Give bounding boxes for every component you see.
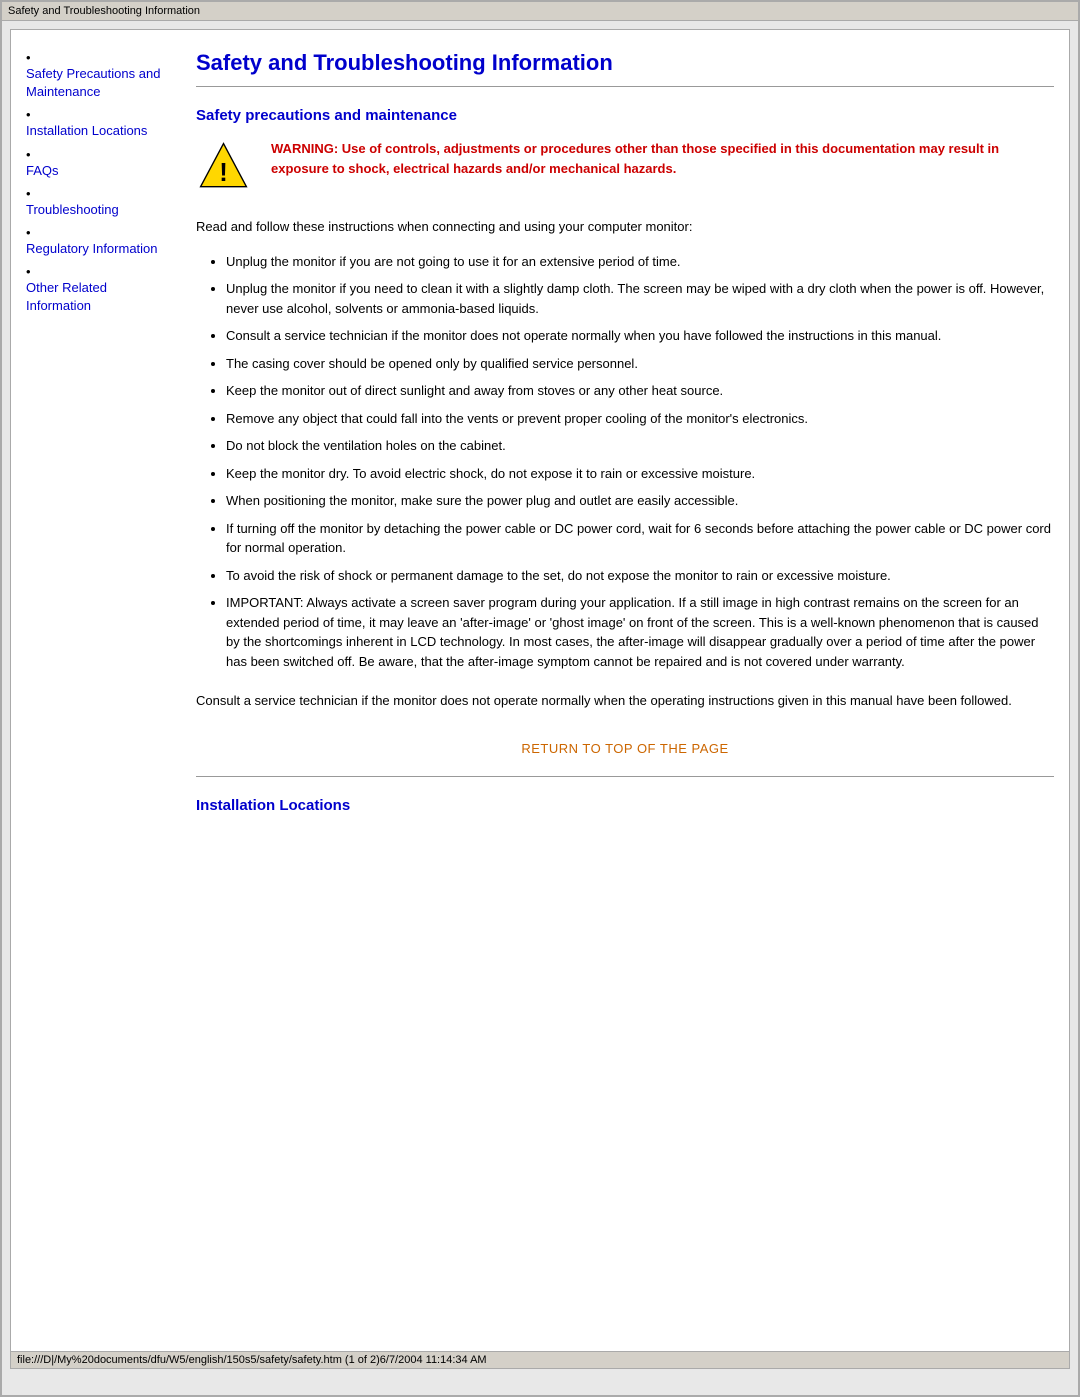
list-item: Unplug the monitor if you need to clean … — [226, 279, 1054, 318]
return-to-top-link[interactable]: RETURN TO TOP OF THE PAGE — [521, 741, 728, 756]
sidebar-link-safety[interactable]: Safety Precautions and Maintenance — [26, 65, 171, 101]
list-item: Keep the monitor out of direct sunlight … — [226, 381, 1054, 401]
section2-title: Installation Locations — [196, 797, 1054, 814]
list-item: IMPORTANT: Always activate a screen save… — [226, 593, 1054, 671]
list-item: Consult a service technician if the moni… — [226, 326, 1054, 346]
list-item: If turning off the monitor by detaching … — [226, 519, 1054, 558]
warning-box: ! WARNING: Use of controls, adjustments … — [196, 139, 1054, 197]
sidebar-link-installation[interactable]: Installation Locations — [26, 122, 171, 140]
list-item: To avoid the risk of shock or permanent … — [226, 566, 1054, 586]
sidebar-link-faqs[interactable]: FAQs — [26, 162, 171, 180]
list-item: The casing cover should be opened only b… — [226, 354, 1054, 374]
list-item: Unplug the monitor if you are not going … — [226, 252, 1054, 272]
sidebar: • Safety Precautions and Maintenance • I… — [26, 50, 181, 1331]
sidebar-item-other-related[interactable]: • Other Related Information — [26, 264, 171, 315]
warning-triangle-icon: ! — [196, 139, 251, 194]
sidebar-link-other-related[interactable]: Other Related Information — [26, 279, 171, 315]
consult-text: Consult a service technician if the moni… — [196, 691, 1054, 711]
return-to-top[interactable]: RETURN TO TOP OF THE PAGE — [196, 741, 1054, 756]
browser-frame: Safety and Troubleshooting Information •… — [0, 0, 1080, 1397]
list-item: Remove any object that could fall into t… — [226, 409, 1054, 429]
sidebar-item-faqs[interactable]: • FAQs — [26, 147, 171, 180]
title-bar: Safety and Troubleshooting Information — [2, 2, 1078, 21]
main-content: Safety and Troubleshooting Information S… — [181, 50, 1054, 1331]
top-divider — [196, 86, 1054, 87]
sidebar-link-regulatory[interactable]: Regulatory Information — [26, 240, 171, 258]
intro-text: Read and follow these instructions when … — [196, 217, 1054, 237]
svg-text:!: ! — [219, 159, 228, 187]
title-bar-text: Safety and Troubleshooting Information — [8, 5, 200, 17]
status-bar-text: file:///D|/My%20documents/dfu/W5/english… — [17, 1354, 487, 1366]
warning-text: WARNING: Use of controls, adjustments or… — [271, 139, 1054, 178]
sidebar-item-safety[interactable]: • Safety Precautions and Maintenance — [26, 50, 171, 101]
section1-title: Safety precautions and maintenance — [196, 107, 1054, 124]
content-area: • Safety Precautions and Maintenance • I… — [11, 30, 1069, 1351]
sidebar-item-regulatory[interactable]: • Regulatory Information — [26, 225, 171, 258]
bottom-divider — [196, 776, 1054, 777]
list-item: Keep the monitor dry. To avoid electric … — [226, 464, 1054, 484]
page-title: Safety and Troubleshooting Information — [196, 50, 1054, 76]
list-item: Do not block the ventilation holes on th… — [226, 436, 1054, 456]
warning-icon: ! — [196, 139, 256, 197]
sidebar-link-troubleshooting[interactable]: Troubleshooting — [26, 201, 171, 219]
sidebar-item-installation[interactable]: • Installation Locations — [26, 107, 171, 140]
bullet-list: Unplug the monitor if you are not going … — [226, 252, 1054, 672]
page-wrapper: • Safety Precautions and Maintenance • I… — [10, 29, 1070, 1369]
sidebar-item-troubleshooting[interactable]: • Troubleshooting — [26, 186, 171, 219]
status-bar: file:///D|/My%20documents/dfu/W5/english… — [11, 1351, 1069, 1368]
list-item: When positioning the monitor, make sure … — [226, 491, 1054, 511]
